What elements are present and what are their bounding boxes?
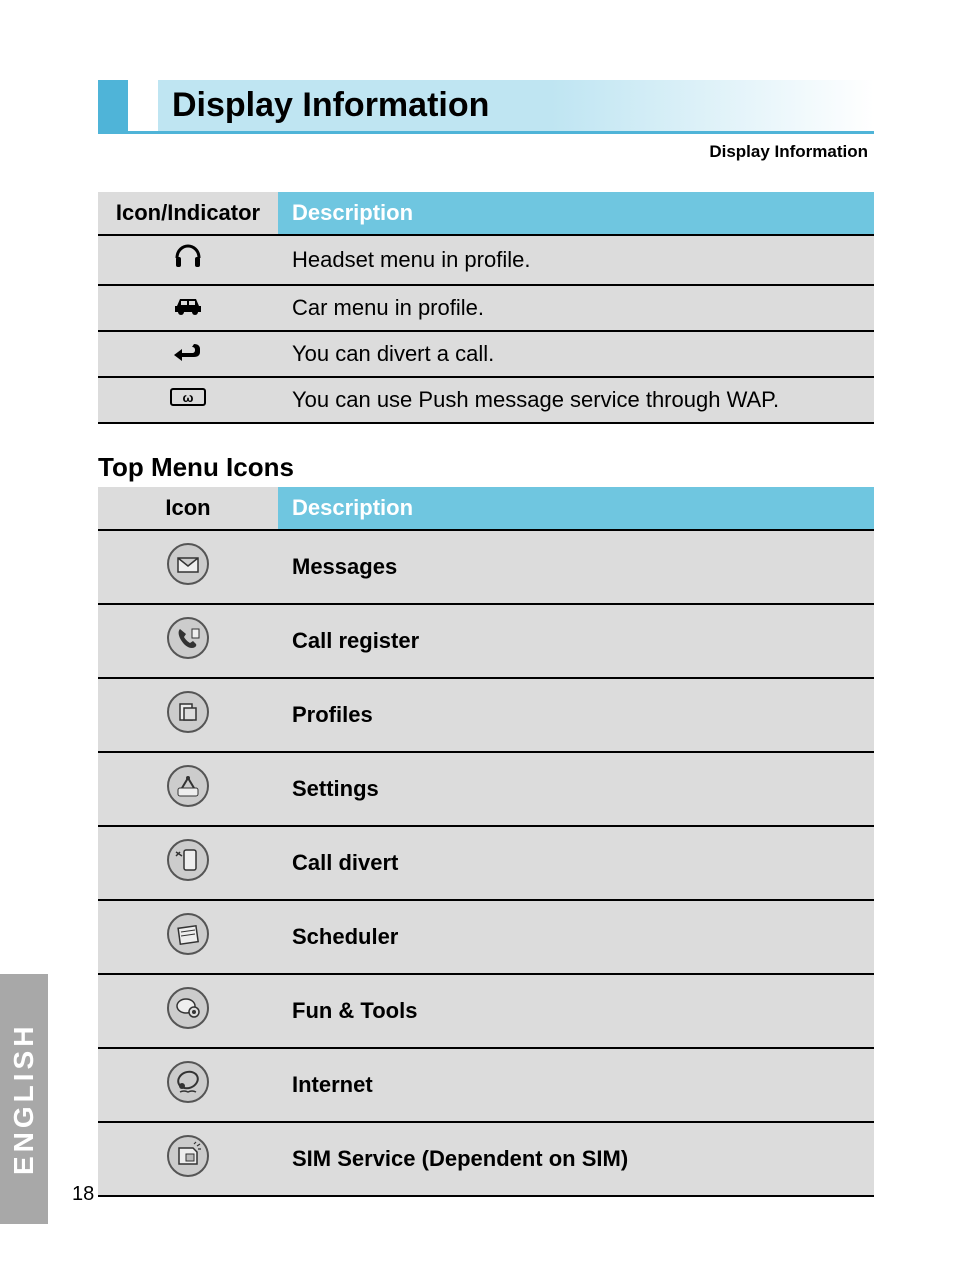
menu-desc: Settings xyxy=(278,752,874,826)
indicator-desc: You can divert a call. xyxy=(278,331,874,377)
sim-service-icon xyxy=(166,1134,210,1178)
language-tab: ENGLISH xyxy=(0,974,48,1224)
profiles-icon xyxy=(166,690,210,734)
indicator-header-icon: Icon/Indicator xyxy=(98,192,278,235)
wap-push-icon: ω xyxy=(169,386,207,408)
scheduler-icon xyxy=(166,912,210,956)
call-divert-icon xyxy=(166,838,210,882)
breadcrumb: Display Information xyxy=(98,142,874,162)
settings-icon xyxy=(166,764,210,808)
table-row: Call register xyxy=(98,604,874,678)
menu-desc: SIM Service (Dependent on SIM) xyxy=(278,1122,874,1196)
table-row: ω You can use Push message service throu… xyxy=(98,377,874,423)
title-accent-block xyxy=(98,80,128,131)
page-title: Display Information xyxy=(158,80,874,131)
menu-header-icon: Icon xyxy=(98,487,278,530)
table-row: Car menu in profile. xyxy=(98,285,874,331)
menu-desc: Internet xyxy=(278,1048,874,1122)
headset-icon xyxy=(173,244,203,270)
table-row: SIM Service (Dependent on SIM) xyxy=(98,1122,874,1196)
indicator-desc: Car menu in profile. xyxy=(278,285,874,331)
messages-icon xyxy=(166,542,210,586)
top-menu-heading: Top Menu Icons xyxy=(98,452,874,483)
divert-icon xyxy=(172,340,204,362)
indicator-desc: You can use Push message service through… xyxy=(278,377,874,423)
indicator-table: Icon/Indicator Description Headset menu … xyxy=(98,192,874,424)
menu-desc: Messages xyxy=(278,530,874,604)
table-row: Messages xyxy=(98,530,874,604)
table-row: Profiles xyxy=(98,678,874,752)
table-row: Headset menu in profile. xyxy=(98,235,874,285)
table-row: You can divert a call. xyxy=(98,331,874,377)
page-title-bar: Display Information xyxy=(98,80,874,134)
top-menu-table: Icon Description Messages Call r xyxy=(98,487,874,1197)
table-row: Settings xyxy=(98,752,874,826)
table-row: Fun & Tools xyxy=(98,974,874,1048)
table-row: Call divert xyxy=(98,826,874,900)
menu-desc: Call divert xyxy=(278,826,874,900)
menu-desc: Fun & Tools xyxy=(278,974,874,1048)
svg-text:ω: ω xyxy=(183,390,194,405)
indicator-desc: Headset menu in profile. xyxy=(278,235,874,285)
internet-icon xyxy=(166,1060,210,1104)
page-number: 18 xyxy=(72,1183,94,1206)
fun-tools-icon xyxy=(166,986,210,1030)
car-icon xyxy=(172,294,204,316)
table-row: Internet xyxy=(98,1048,874,1122)
indicator-header-desc: Description xyxy=(278,192,874,235)
menu-desc: Profiles xyxy=(278,678,874,752)
call-register-icon xyxy=(166,616,210,660)
menu-header-desc: Description xyxy=(278,487,874,530)
menu-desc: Scheduler xyxy=(278,900,874,974)
table-row: Scheduler xyxy=(98,900,874,974)
menu-desc: Call register xyxy=(278,604,874,678)
